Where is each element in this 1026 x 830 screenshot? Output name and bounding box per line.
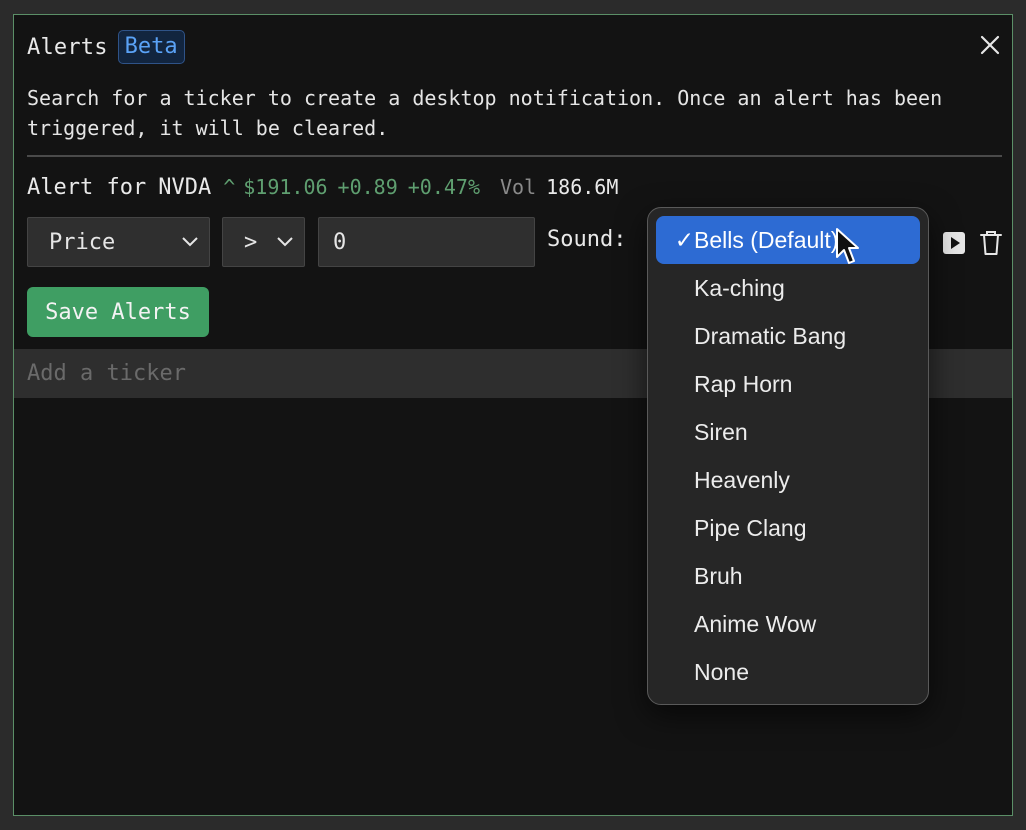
- alert-ticker: NVDA: [158, 174, 212, 200]
- divider: [27, 155, 1002, 157]
- panel-title: Alerts: [27, 34, 108, 60]
- sound-option[interactable]: Siren: [656, 408, 920, 456]
- field-select-value: Price: [49, 229, 116, 255]
- volume-value: 186.6M: [546, 175, 619, 199]
- chevron-down-icon: [182, 237, 198, 247]
- sound-option[interactable]: Heavenly: [656, 456, 920, 504]
- sound-option-label: Ka-ching: [694, 274, 785, 301]
- sound-option[interactable]: Ka-ching: [656, 264, 920, 312]
- chevron-down-icon: [277, 237, 293, 247]
- operator-select[interactable]: >: [222, 217, 305, 267]
- sound-option-label: None: [694, 658, 749, 685]
- sound-option[interactable]: Dramatic Bang: [656, 312, 920, 360]
- ticker-price: $191.06: [243, 175, 328, 199]
- sound-option-label: Pipe Clang: [694, 514, 807, 541]
- mouse-pointer-icon: [836, 228, 859, 264]
- sound-option-label: Rap Horn: [694, 370, 793, 397]
- checkmark-icon: [656, 611, 694, 638]
- save-alerts-button[interactable]: Save Alerts: [27, 287, 209, 337]
- checkmark-icon: [656, 659, 694, 686]
- alert-summary: Alert for NVDA ^ $191.06 +0.89 +0.47% Vo…: [27, 171, 618, 203]
- checkmark-icon: [656, 275, 694, 302]
- sound-option[interactable]: Pipe Clang: [656, 504, 920, 552]
- close-icon[interactable]: [980, 35, 1000, 55]
- checkmark-icon: [656, 467, 694, 494]
- sound-option[interactable]: Bruh: [656, 552, 920, 600]
- sound-option-label: Heavenly: [694, 466, 790, 493]
- ticker-change-percent: +0.47%: [407, 175, 481, 199]
- sound-option[interactable]: None: [656, 648, 920, 696]
- ticker-change: +0.89: [337, 175, 398, 199]
- volume-label: Vol: [500, 175, 537, 199]
- value-input[interactable]: [318, 217, 535, 267]
- sound-dropdown-menu: ✓ Bells (Default) Ka-ching Dramatic Bang …: [647, 207, 929, 705]
- beta-badge: Beta: [117, 30, 185, 64]
- panel-header: Alerts Beta: [27, 29, 185, 65]
- checkmark-icon: [656, 515, 694, 542]
- alert-label: Alert for: [27, 174, 147, 200]
- sound-option-label: Bruh: [694, 562, 743, 589]
- description-text: Search for a ticker to create a desktop …: [27, 86, 943, 140]
- sound-option[interactable]: Rap Horn: [656, 360, 920, 408]
- sound-option-label: Siren: [694, 418, 748, 445]
- sound-option-label: Anime Wow: [694, 610, 817, 637]
- sound-option[interactable]: Anime Wow: [656, 600, 920, 648]
- up-arrow-icon: ^: [223, 175, 236, 199]
- checkmark-icon: [656, 371, 694, 398]
- checkmark-icon: ✓: [674, 226, 694, 253]
- trash-icon[interactable]: [979, 230, 1003, 256]
- checkmark-icon: [656, 419, 694, 446]
- sound-label: Sound:: [547, 227, 627, 252]
- operator-select-value: >: [244, 229, 258, 255]
- sound-option-label: Dramatic Bang: [694, 322, 847, 349]
- sound-option-label: Bells (Default): [694, 226, 839, 253]
- play-icon[interactable]: [942, 231, 966, 255]
- field-select[interactable]: Price: [27, 217, 210, 267]
- checkmark-icon: [656, 563, 694, 590]
- checkmark-icon: [656, 323, 694, 350]
- sound-option[interactable]: ✓ Bells (Default): [656, 216, 920, 264]
